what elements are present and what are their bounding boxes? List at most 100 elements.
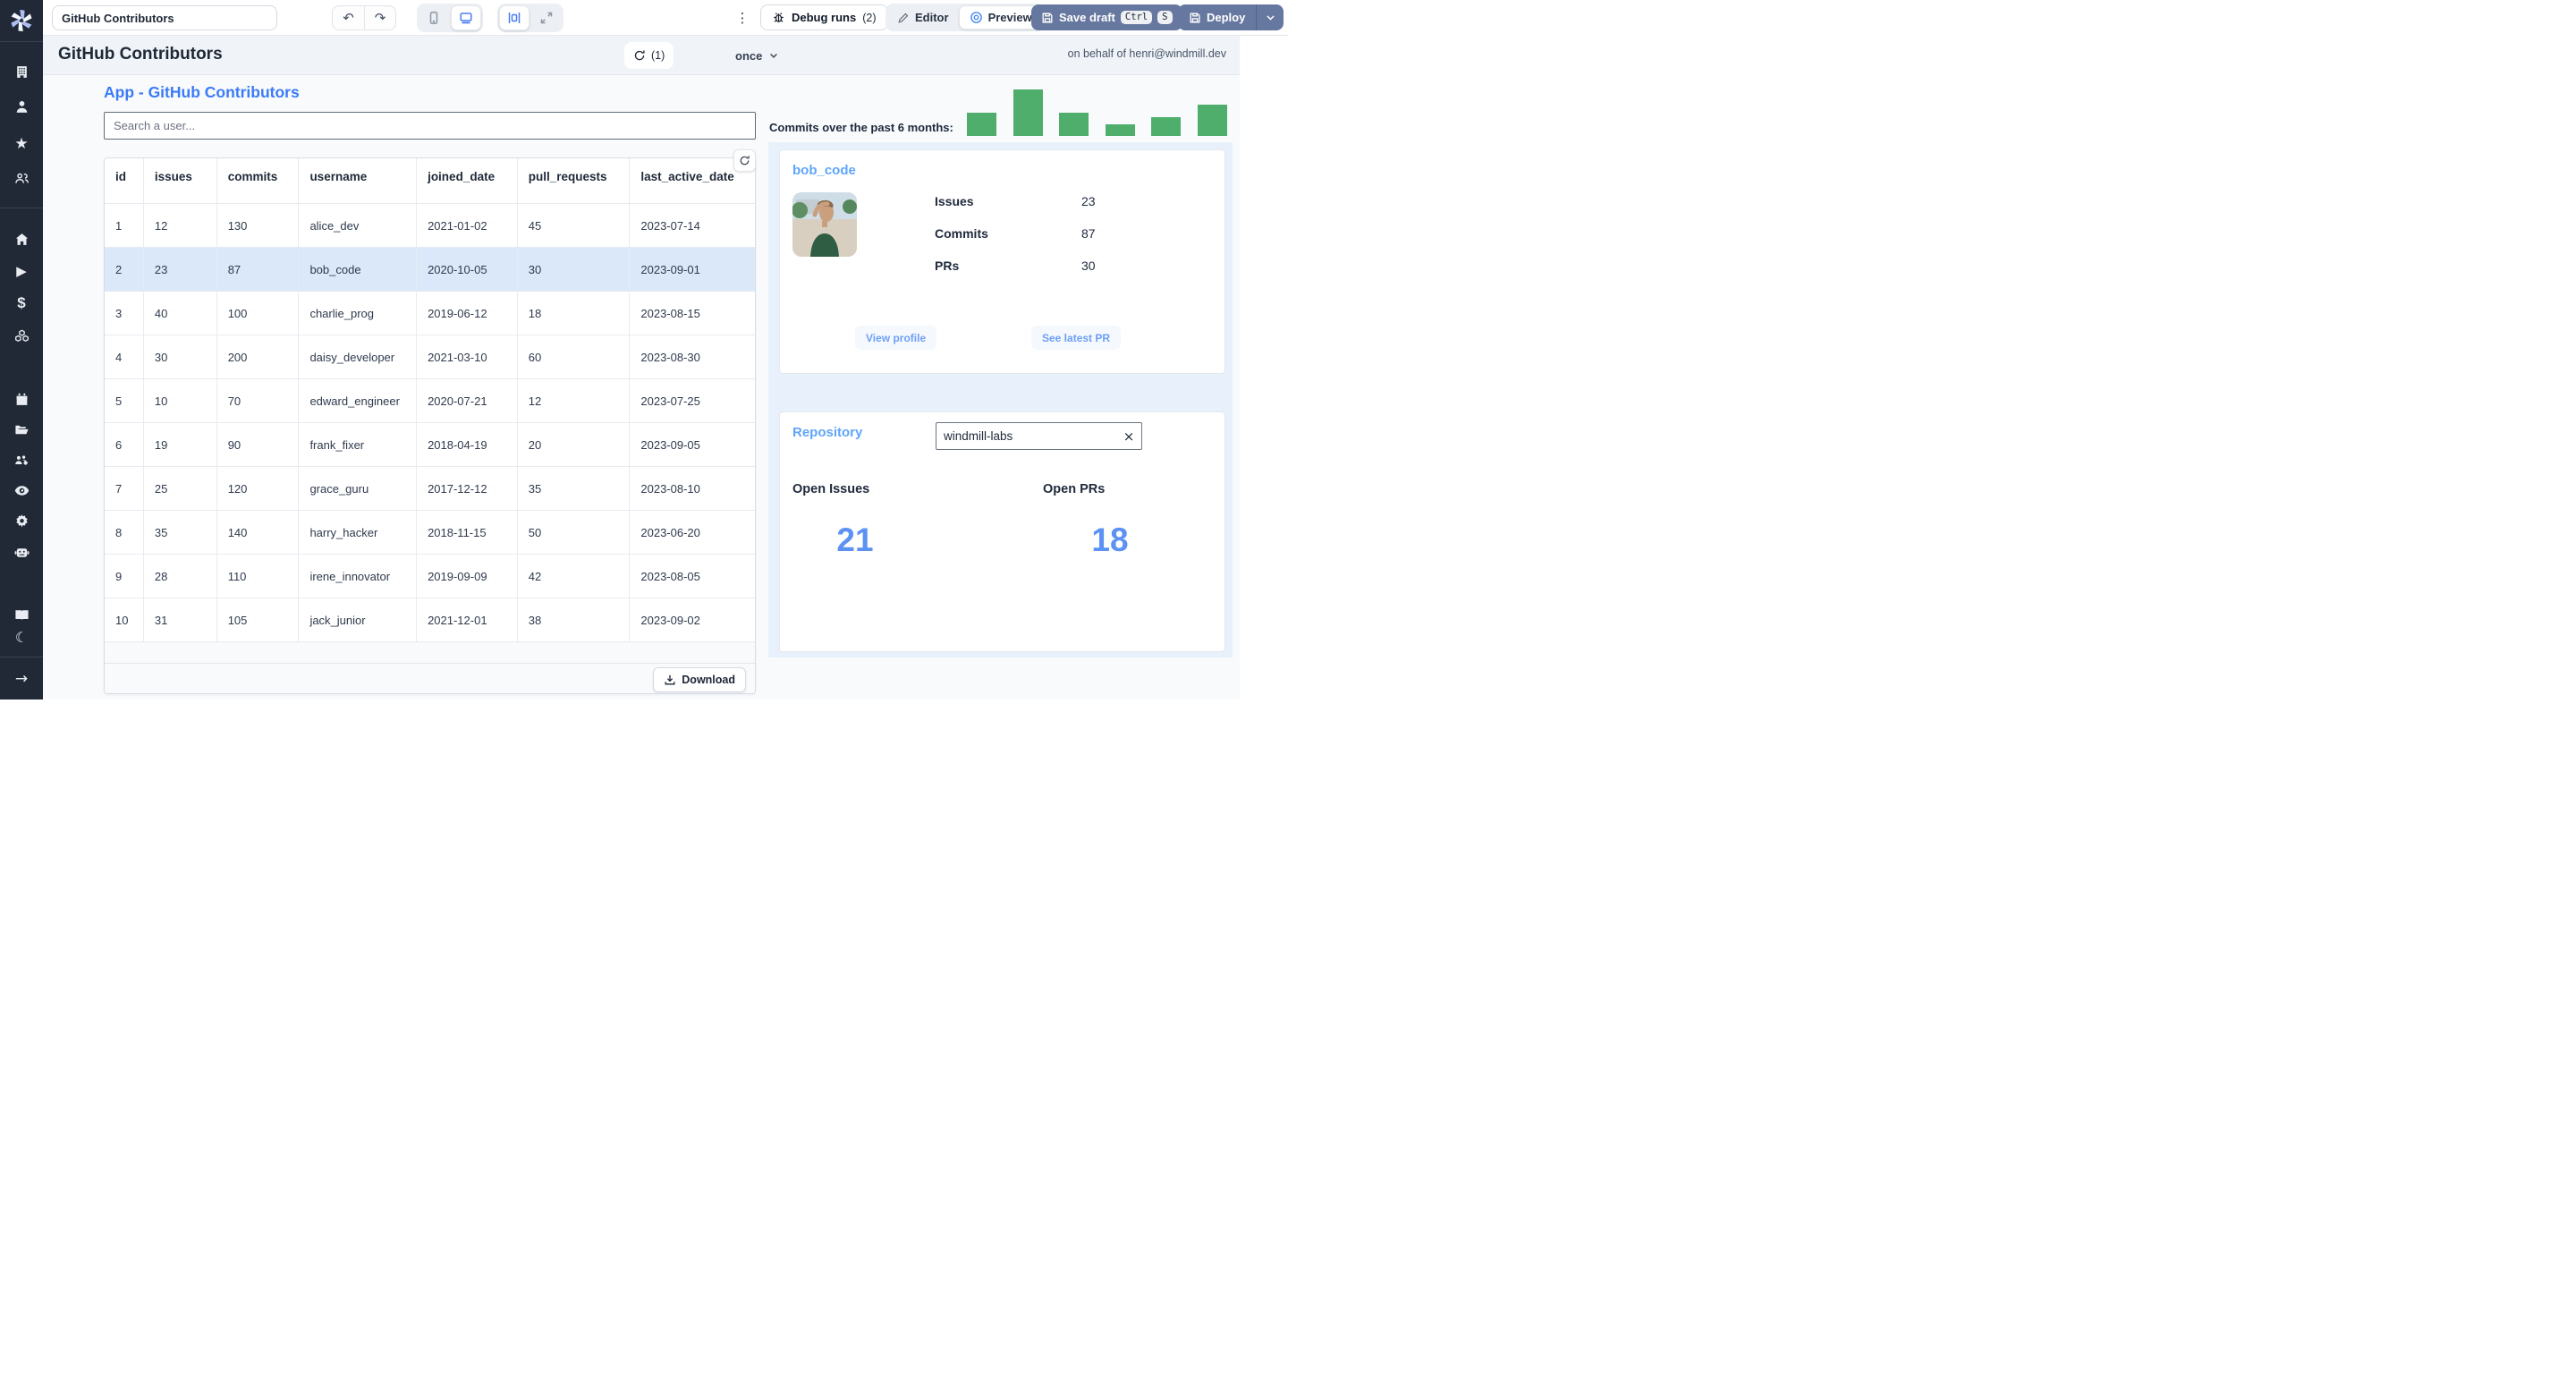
table-cell: 31 — [144, 598, 217, 641]
debug-runs-button[interactable]: Debug runs (2) — [760, 4, 888, 30]
collapse-arrow-icon[interactable]: → — [0, 667, 43, 691]
table-cell: 100 — [217, 292, 300, 335]
table-cell: 30 — [518, 248, 631, 291]
app-title-input[interactable] — [52, 5, 277, 30]
home-icon[interactable] — [0, 227, 43, 250]
table-row[interactable]: 3 40 100 charlie_prog 2019-06-12 18 2023-08-15 — [105, 291, 755, 335]
on-behalf-text: on behalf of henri@windmill.dev — [1067, 47, 1226, 60]
table-cell: 120 — [217, 467, 300, 510]
table-cell: 8 — [105, 511, 144, 554]
table-cell: 2017-12-12 — [417, 467, 518, 510]
clear-input-icon[interactable]: × — [1116, 428, 1141, 445]
open-issues-label: Open Issues — [792, 482, 870, 496]
open-issues-value: 21 — [836, 521, 874, 558]
column-header-id[interactable]: id — [105, 158, 144, 203]
repository-heading: Repository — [792, 425, 863, 440]
table-cell: 2019-09-09 — [417, 555, 518, 598]
commits-bar-chart — [967, 88, 1271, 136]
windmill-logo-icon[interactable] — [0, 9, 43, 32]
redo-button[interactable]: ↷ — [364, 6, 395, 30]
column-header-commits[interactable]: commits — [217, 158, 300, 203]
table-cell: 2023-08-30 — [640, 350, 700, 364]
resources-cubes-icon[interactable] — [0, 324, 43, 347]
table-cell: daisy_developer — [299, 335, 418, 378]
editor-tab[interactable]: Editor — [887, 5, 959, 30]
table-cell: 110 — [217, 555, 300, 598]
table-cell: 2023-07-25 — [640, 394, 700, 408]
settings-gear-icon[interactable] — [0, 509, 43, 532]
see-latest-pr-button[interactable]: See latest PR — [1031, 326, 1122, 350]
app-refresh-button[interactable]: (1) — [624, 42, 674, 69]
stat-label-prs: PRs — [935, 259, 960, 273]
runs-play-icon[interactable]: ▶ — [0, 259, 43, 283]
table-row[interactable]: 4 30 200 daisy_developer 2021-03-10 60 2023-08… — [105, 335, 755, 378]
audit-eye-icon[interactable] — [0, 479, 43, 502]
app-header-bar: GitHub Contributors (1) once on behalf o… — [43, 36, 1240, 75]
user-icon[interactable] — [0, 95, 43, 118]
table-cell: 35 — [144, 511, 217, 554]
preview-tab[interactable]: Preview — [958, 5, 1043, 30]
undo-button[interactable]: ↶ — [333, 6, 364, 30]
column-header-username[interactable]: username — [299, 158, 418, 203]
deploy-split-button: Deploy — [1178, 4, 1284, 30]
commit-bar — [1151, 117, 1181, 136]
billing-dollar-icon[interactable]: $ — [0, 292, 43, 315]
table-cell: 1 — [105, 204, 144, 247]
undo-redo-group: ↶ ↷ — [332, 5, 396, 30]
table-cell: charlie_prog — [299, 292, 418, 335]
search-input[interactable] — [104, 112, 756, 140]
table-cell: 18 — [518, 292, 631, 335]
table-row[interactable]: 1 12 130 alice_dev 2021-01-02 45 2023-07-14 — [105, 203, 755, 247]
schedule-dropdown[interactable]: once — [735, 42, 779, 69]
desktop-view-button[interactable] — [451, 5, 481, 30]
profile-username: bob_code — [792, 163, 856, 178]
column-header-joined_date[interactable]: joined_date — [417, 158, 518, 203]
repository-input[interactable] — [936, 429, 1116, 443]
preview-eye-icon — [970, 11, 983, 24]
save-draft-button[interactable]: Save draft Ctrl S — [1031, 4, 1182, 30]
bug-icon — [772, 11, 785, 24]
device-toggle-group — [417, 4, 483, 32]
deploy-dropdown-chevron-icon[interactable] — [1257, 4, 1284, 30]
favorites-star-icon[interactable]: ★ — [0, 132, 43, 156]
table-cell: 2020-07-21 — [417, 379, 518, 422]
table-cell: 2023-08-10 — [640, 481, 700, 496]
table-refresh-button[interactable] — [733, 149, 756, 172]
workspace-building-icon[interactable] — [0, 60, 43, 83]
column-header-pull_requests[interactable]: pull_requests — [518, 158, 631, 203]
table-row[interactable]: 10 31 105 jack_junior 2021-12-01 38 2023-09-02 — [105, 598, 755, 641]
centered-layout-button[interactable] — [499, 5, 530, 30]
more-options-kebab-icon[interactable]: ⋮ — [735, 8, 750, 28]
table-cell: 3 — [105, 292, 144, 335]
table-row[interactable]: 2 23 87 bob_code 2020-10-05 30 2023-09-01 — [105, 247, 755, 291]
table-row[interactable]: 6 19 90 frank_fixer 2018-04-19 20 2023-09-05 — [105, 422, 755, 466]
deploy-button[interactable]: Deploy — [1178, 4, 1256, 30]
table-cell: 19 — [144, 423, 217, 466]
table-cell: 200 — [217, 335, 300, 378]
table-row[interactable]: 8 35 140 harry_hacker 2018-11-15 50 2023-06-20 — [105, 510, 755, 554]
table-cell: edward_engineer — [299, 379, 418, 422]
workers-robot-icon[interactable] — [0, 540, 43, 564]
groups-icon[interactable] — [0, 166, 43, 190]
download-button[interactable]: Download — [653, 667, 746, 692]
table-row[interactable]: 9 28 110 irene_innovator 2019-09-09 42 2023-08… — [105, 554, 755, 598]
groups-settings-icon[interactable] — [0, 448, 43, 471]
docs-book-icon[interactable] — [0, 603, 43, 626]
table-row[interactable]: 7 25 120 grace_guru 2017-12-12 35 2023-08-10 — [105, 466, 755, 510]
table-row[interactable]: 5 10 70 edward_engineer 2020-07-21 12 2023-07-… — [105, 378, 755, 422]
repository-input-wrap: × — [936, 422, 1142, 450]
table-cell: 9 — [105, 555, 144, 598]
dark-mode-moon-icon[interactable]: ☾ — [0, 625, 43, 649]
fullscreen-layout-button[interactable] — [531, 5, 562, 30]
table-cell: 87 — [217, 248, 300, 291]
contributors-table: id issues commits username joined_date pull_r… — [104, 157, 756, 694]
table-cell: 38 — [518, 598, 631, 641]
column-header-issues[interactable]: issues — [144, 158, 217, 203]
stat-value-issues: 23 — [1081, 194, 1096, 208]
mobile-view-button[interactable] — [419, 5, 449, 30]
folders-icon[interactable] — [0, 418, 43, 441]
schedules-calendar-icon[interactable] — [0, 387, 43, 411]
view-profile-button[interactable]: View profile — [855, 326, 937, 350]
download-icon — [665, 674, 675, 685]
open-prs-label: Open PRs — [1043, 482, 1106, 496]
